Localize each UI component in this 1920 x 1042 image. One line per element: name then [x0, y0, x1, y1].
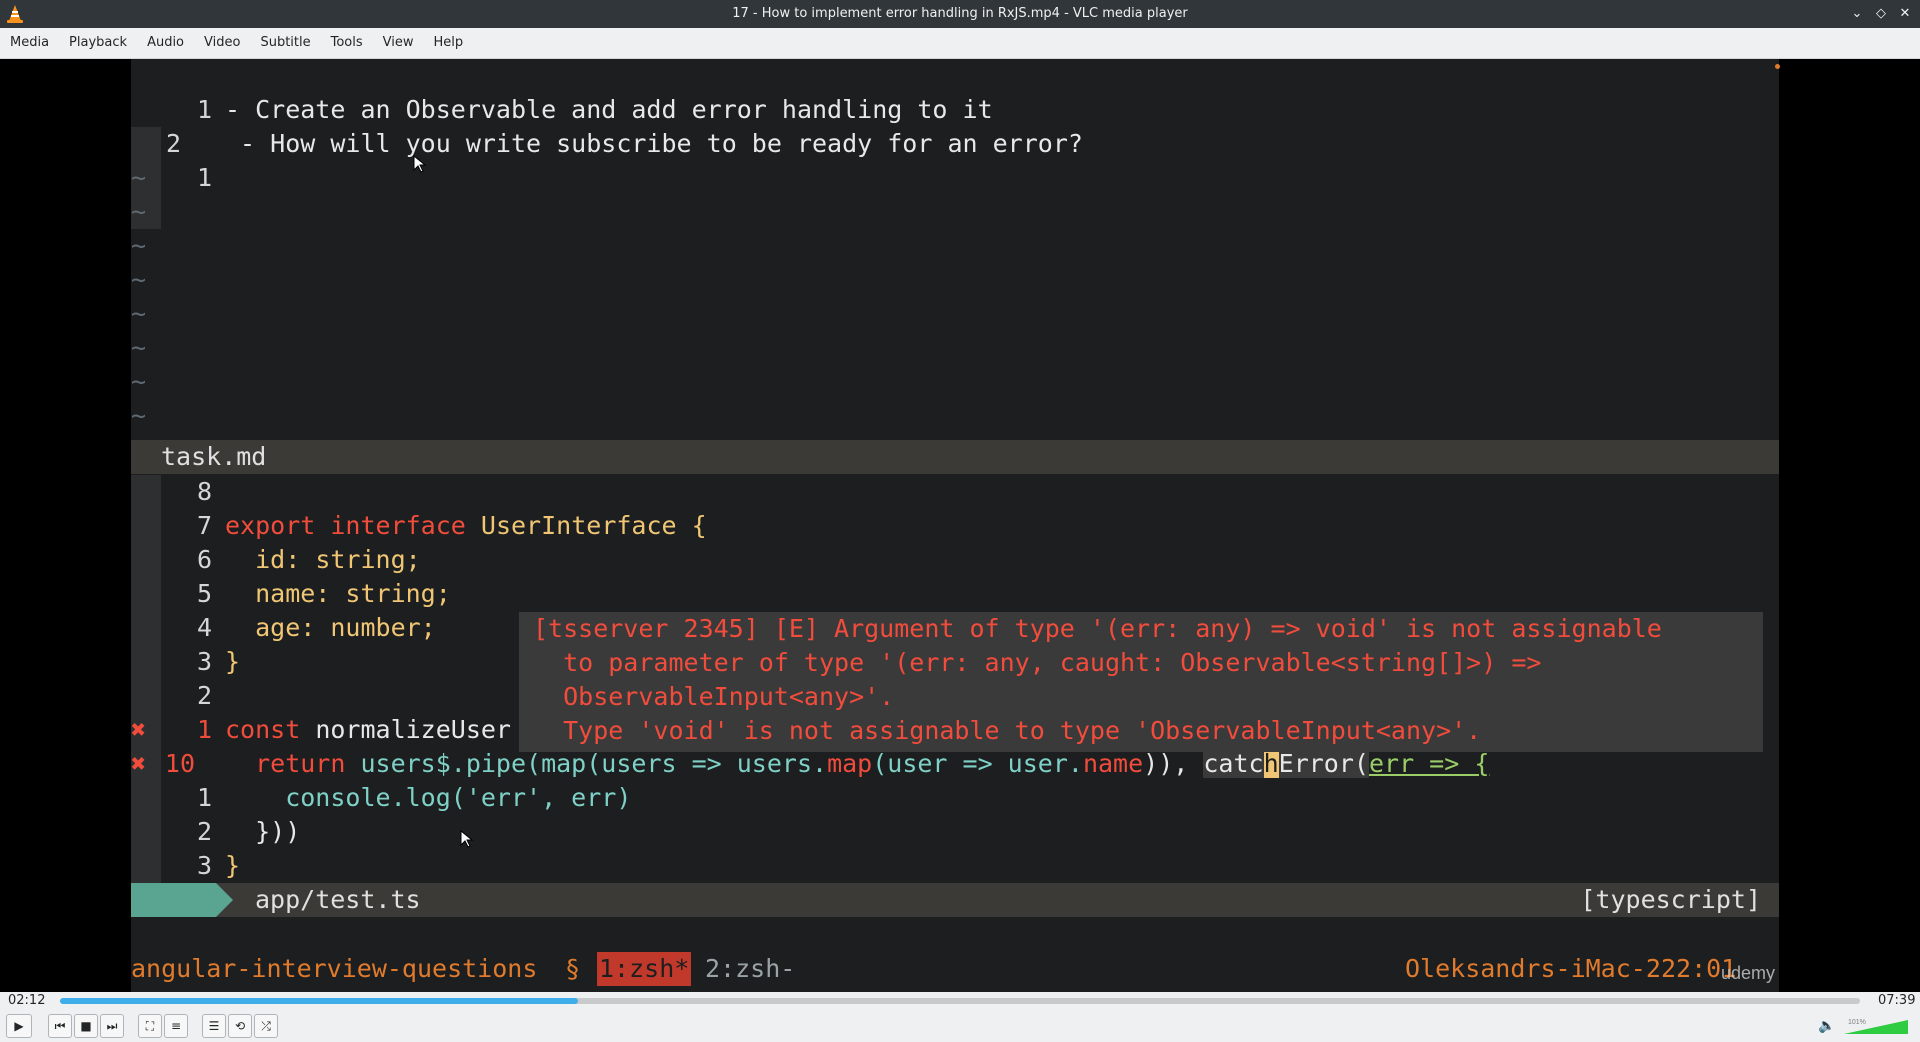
file-status-line: app/test.ts [typescript]: [131, 883, 1779, 917]
shuffle-icon[interactable]: ⤮: [254, 1014, 278, 1038]
next-icon[interactable]: ⏭: [100, 1014, 124, 1038]
filetype: [typescript]: [1580, 885, 1761, 914]
tmux-window-2: 2:zsh-: [705, 954, 796, 983]
task-line: 2 - How will you write subscribe to be r…: [131, 93, 1779, 195]
menu-audio[interactable]: Audio: [137, 28, 194, 58]
extended-settings-icon[interactable]: ≡: [164, 1014, 188, 1038]
code-line: 2 })): [131, 815, 1779, 849]
volume-label: 101%: [1848, 1019, 1866, 1026]
tmux-window-1: 1:zsh*: [597, 952, 692, 986]
tmux-separator: §: [565, 954, 581, 983]
mouse-pointer-icon: [460, 830, 474, 848]
menu-playback[interactable]: Playback: [59, 28, 137, 58]
video-area[interactable]: 1- Create an Observable and add error ha…: [0, 59, 1920, 992]
mouse-pointer-icon: [413, 155, 427, 173]
total-time: 07:39: [1878, 993, 1916, 1008]
window-title: 17 - How to implement error handling in …: [732, 6, 1188, 21]
play-icon[interactable]: ▶: [6, 1014, 32, 1038]
playlist-icon[interactable]: ☰: [202, 1014, 226, 1038]
code-line: 6 id: string;: [131, 543, 1779, 577]
code-line: 8: [131, 475, 1779, 509]
terminal-frame: 1- Create an Observable and add error ha…: [131, 59, 1780, 992]
minimize-icon[interactable]: ⌄: [1848, 5, 1866, 23]
task-line: 1: [131, 127, 1779, 229]
task-status-line: task.md: [131, 440, 1779, 474]
speaker-icon[interactable]: 🔈: [1818, 1018, 1835, 1034]
code-line: 5 name: string;: [131, 577, 1779, 611]
volume-slider[interactable]: 101%: [1842, 1016, 1910, 1036]
tmux-host: Oleksandrs-iMac-2: [1405, 954, 1661, 983]
menu-bar: Media Playback Audio Video Subtitle Tools View…: [0, 28, 1920, 59]
menu-media[interactable]: Media: [0, 28, 59, 58]
close-icon[interactable]: ✕: [1896, 5, 1914, 23]
menu-help[interactable]: Help: [424, 28, 474, 58]
seek-row: 02:12 07:39: [0, 992, 1920, 1010]
title-bar: 17 - How to implement error handling in …: [0, 0, 1920, 28]
task-filename: task.md: [161, 442, 267, 471]
elapsed-time: 02:12: [8, 993, 46, 1008]
seek-slider[interactable]: [60, 998, 1860, 1004]
tmux-session: angular-interview-questions: [131, 954, 538, 983]
code-line: 7 export interface UserInterface {: [131, 509, 1779, 543]
menu-tools[interactable]: Tools: [321, 28, 373, 58]
control-bar: ▶ ⏮ ■ ⏭ ⛶ ≡ ☰ ⟲ ⤮ 🔈 101%: [0, 1010, 1920, 1042]
prev-icon[interactable]: ⏮: [48, 1014, 72, 1038]
task-line: 1- Create an Observable and add error ha…: [131, 59, 1779, 161]
fullscreen-icon[interactable]: ⛶: [138, 1014, 162, 1038]
seek-progress: [60, 998, 579, 1004]
menu-video[interactable]: Video: [194, 28, 250, 58]
loop-icon[interactable]: ⟲: [228, 1014, 252, 1038]
udemy-watermark: udemy: [1721, 963, 1776, 983]
menu-subtitle[interactable]: Subtitle: [250, 28, 320, 58]
menu-view[interactable]: View: [373, 28, 424, 58]
code-line: 1 console.log('err', err): [131, 781, 1779, 815]
error-popup: [tsserver 2345] [E] Argument of type '(e…: [519, 612, 1763, 752]
text-cursor: h: [1263, 749, 1279, 778]
code-line: 3}: [131, 849, 1779, 883]
stop-icon[interactable]: ■: [74, 1014, 98, 1038]
code-line-current: ✖ 10 return users$.pipe(map(users => user…: [131, 747, 1779, 781]
maximize-icon[interactable]: ◇: [1872, 5, 1890, 23]
code-filename: app/test.ts: [255, 885, 421, 914]
tmux-status-bar: angular-interview-questions § 1:zsh* 2:z…: [131, 952, 1779, 986]
